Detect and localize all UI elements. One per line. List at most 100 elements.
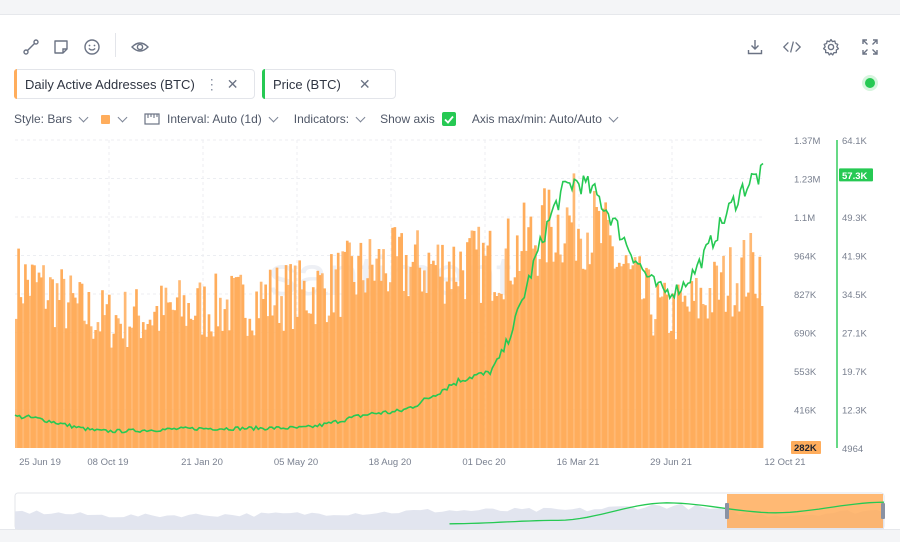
note-icon[interactable] — [51, 37, 71, 57]
bar — [178, 280, 181, 448]
bar — [549, 226, 553, 448]
bar — [579, 238, 583, 448]
y-left-tick-label: 416K — [794, 406, 817, 417]
bar — [427, 252, 431, 448]
bar — [19, 297, 23, 448]
bar — [661, 296, 664, 448]
line-tool-icon[interactable] — [21, 37, 41, 57]
bar — [375, 258, 379, 448]
x-tick-label: 01 Dec 20 — [462, 457, 505, 468]
bar — [400, 233, 403, 448]
bar — [33, 265, 36, 448]
metric-tag-active-addresses[interactable]: Daily Active Addresses (BTC) ⋮ ✕ — [14, 69, 255, 99]
bar — [447, 261, 451, 448]
bar — [284, 265, 288, 448]
right-current-badge: 57.3K — [839, 168, 873, 182]
bar — [708, 288, 712, 448]
remove-metric-icon[interactable]: ✕ — [227, 76, 239, 93]
bar — [361, 280, 365, 448]
bar — [624, 255, 628, 448]
bar — [423, 270, 426, 448]
x-tick-label: 25 Jun 19 — [19, 457, 61, 468]
bar — [246, 335, 249, 448]
bar — [565, 207, 569, 448]
bar — [538, 259, 542, 448]
x-tick-label: 12 Oct 21 — [764, 457, 805, 468]
bar — [196, 288, 199, 448]
eye-icon[interactable] — [130, 37, 150, 57]
bar — [545, 262, 549, 448]
show-axis-toggle[interactable]: Show axis — [380, 112, 456, 126]
fullscreen-icon[interactable] — [860, 37, 880, 57]
bar — [719, 272, 723, 448]
bar — [606, 219, 610, 448]
bar — [536, 275, 539, 448]
embed-code-icon[interactable] — [782, 37, 802, 57]
y-right-tick-label: 34.5K — [842, 290, 867, 301]
bar — [80, 283, 84, 448]
bar — [182, 295, 186, 448]
navigator-right-handle[interactable] — [881, 503, 885, 519]
settings-icon[interactable] — [821, 37, 841, 57]
interval-dropdown[interactable]: Interval: Auto (1d) — [144, 112, 279, 126]
indicators-dropdown[interactable]: Indicators: — [294, 112, 366, 126]
bar — [477, 226, 481, 448]
navigator-left-handle[interactable] — [725, 503, 729, 519]
color-picker[interactable] — [101, 112, 128, 124]
x-tick-label: 16 Mar 21 — [557, 457, 600, 468]
chart-canvas[interactable]: santiment 1.37M 64.1K1.23M1.1M 49.3K964K 41… — [0, 130, 900, 530]
bar — [169, 302, 172, 448]
bar — [429, 264, 433, 448]
bar — [311, 287, 315, 448]
bar — [593, 191, 596, 448]
svg-text:57.3K: 57.3K — [842, 171, 867, 182]
bar — [114, 315, 118, 448]
bar — [735, 283, 739, 448]
interval-label: Interval: Auto (1d) — [167, 112, 262, 126]
x-tick-label: 05 May 20 — [274, 457, 318, 468]
bar — [318, 275, 322, 448]
bar — [407, 296, 410, 448]
more-options-icon[interactable]: ⋮ — [205, 76, 219, 93]
toolbar — [0, 15, 900, 73]
bar — [162, 315, 165, 448]
bar — [298, 260, 301, 448]
bar — [373, 280, 376, 448]
bar — [291, 329, 295, 448]
metric-tag-price[interactable]: Price (BTC) ✕ — [262, 69, 396, 99]
bar — [141, 322, 145, 448]
bar — [395, 256, 399, 448]
bar — [667, 333, 671, 448]
bar — [749, 233, 753, 448]
bar — [366, 278, 369, 448]
emoji-icon[interactable] — [82, 37, 102, 57]
bar — [393, 227, 397, 448]
bar — [53, 327, 57, 448]
y-right-tick-label: 41.9K — [842, 252, 867, 263]
download-icon[interactable] — [745, 37, 765, 57]
bar — [277, 323, 281, 448]
bar — [402, 291, 406, 448]
bar — [577, 228, 580, 448]
bar — [461, 270, 465, 448]
bar — [713, 261, 716, 448]
remove-metric-icon[interactable]: ✕ — [359, 76, 371, 93]
bar — [175, 297, 179, 448]
axis-minmax-dropdown[interactable]: Axis max/min: Auto/Auto — [472, 112, 619, 126]
bar — [198, 282, 202, 448]
bar — [305, 310, 308, 448]
bar — [117, 318, 120, 448]
bar — [722, 255, 725, 448]
bar — [15, 318, 18, 448]
bar — [135, 289, 138, 448]
checkbox-checked-icon[interactable] — [441, 112, 456, 126]
bar — [620, 266, 623, 448]
bar — [651, 335, 655, 448]
y-right-tick-label: 64.1K — [842, 136, 867, 147]
metric-color-bar — [262, 69, 265, 99]
style-dropdown[interactable]: Style: Bars — [14, 112, 89, 126]
metric-label: Daily Active Addresses (BTC) — [25, 76, 195, 92]
bar — [531, 248, 535, 448]
bar — [237, 276, 240, 448]
y-left-tick-label: 964K — [794, 252, 817, 263]
